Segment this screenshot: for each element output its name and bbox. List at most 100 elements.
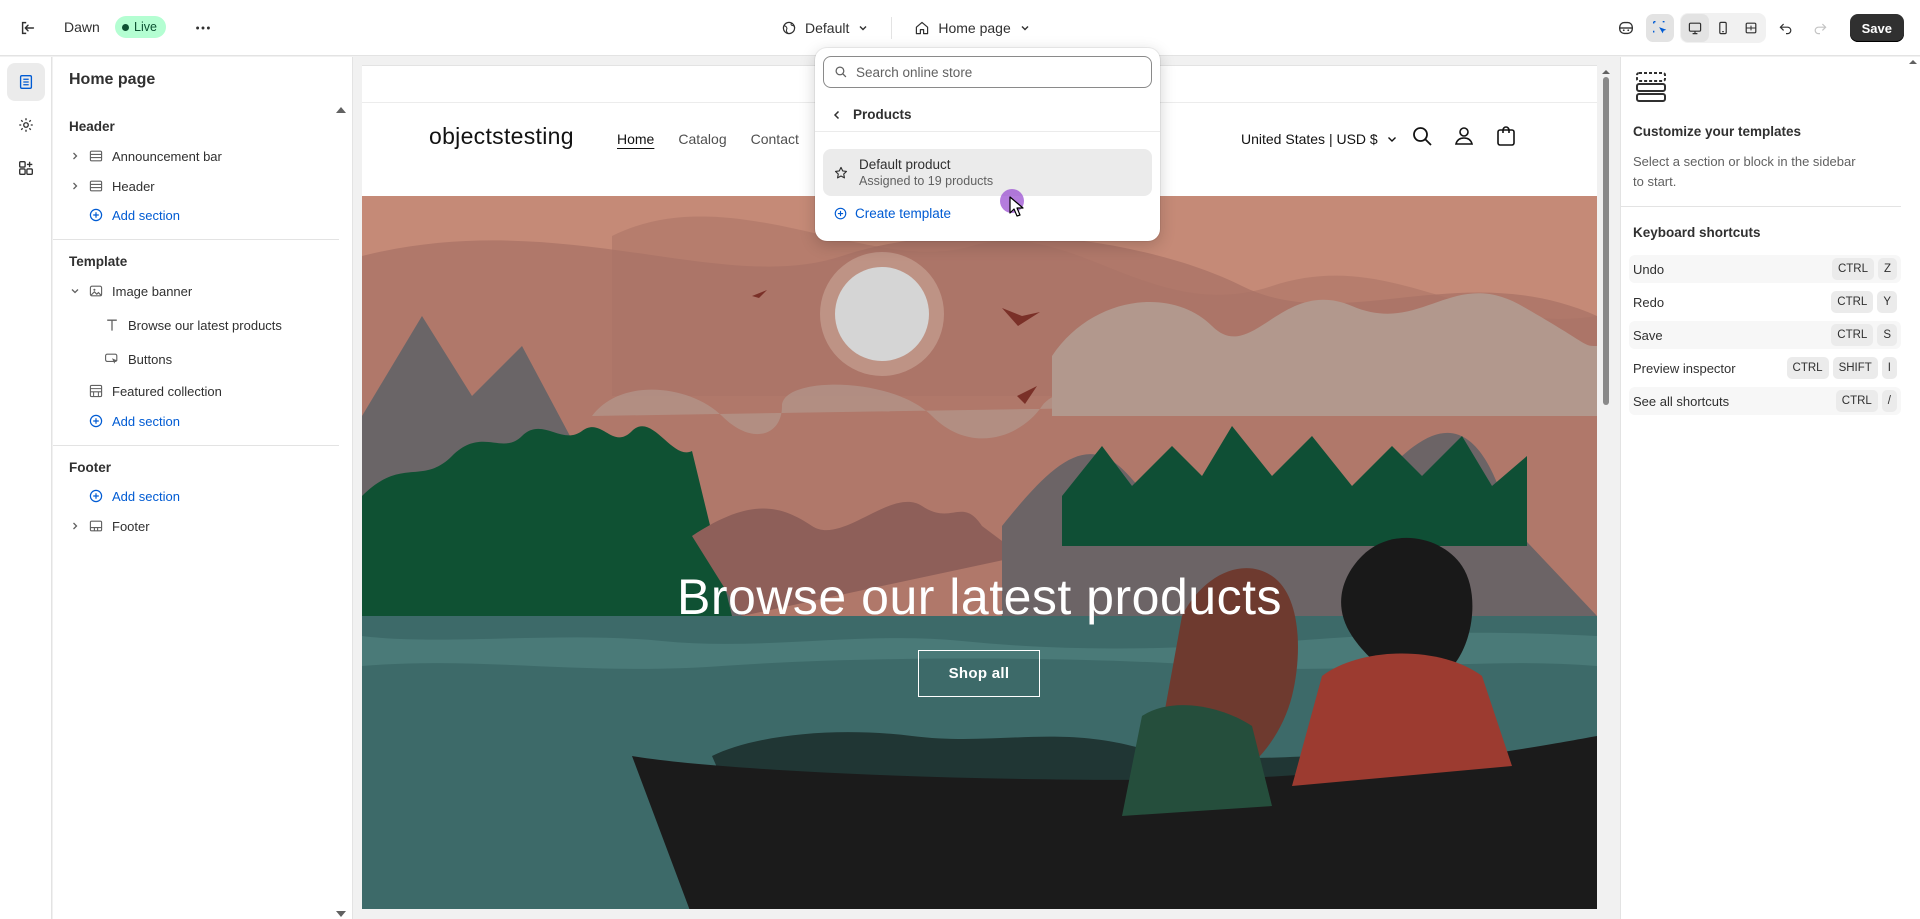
ai-assistant-icon[interactable] <box>1612 14 1640 42</box>
search-input[interactable] <box>856 64 1126 80</box>
inspector-select-icon[interactable] <box>1645 14 1674 42</box>
store-logo[interactable]: objectstesting <box>429 123 574 150</box>
button-cursor-icon <box>103 350 121 368</box>
block-browse-text[interactable]: Browse our latest products <box>53 311 333 339</box>
plus-circle-icon <box>87 412 105 430</box>
section-layout-icon <box>87 517 105 535</box>
store-header-icons <box>1410 124 1518 148</box>
footer-group-title: Footer <box>69 460 111 475</box>
cart-icon[interactable] <box>1494 124 1518 148</box>
preview-scrollbar[interactable] <box>1600 65 1612 909</box>
key-cap: CTRL <box>1831 291 1874 313</box>
shortcuts-title: Keyboard shortcuts <box>1633 225 1761 240</box>
block-label: Buttons <box>128 351 173 367</box>
divider <box>53 239 339 240</box>
panel-description: Select a section or block in the sidebar… <box>1633 154 1856 189</box>
option-title: Default product <box>859 157 951 172</box>
shortcut-label: Redo <box>1633 294 1665 310</box>
chevron-down-icon[interactable] <box>67 286 83 296</box>
globe-icon <box>781 20 797 36</box>
nav-contact-link[interactable]: Contact <box>751 131 799 147</box>
scroll-up-arrow[interactable] <box>336 107 346 113</box>
undo-icon[interactable] <box>1772 14 1800 42</box>
theme-context-label: Default <box>805 20 850 36</box>
page-context-label: Home page <box>938 20 1011 36</box>
apps-icon[interactable] <box>7 149 45 187</box>
shortcut-row[interactable]: See all shortcuts CTRL / <box>1629 387 1901 415</box>
locale-label: United States | USD $ <box>1241 131 1378 147</box>
sections-icon[interactable] <box>7 63 45 101</box>
account-icon[interactable] <box>1452 124 1476 148</box>
block-buttons[interactable]: Buttons <box>53 345 333 373</box>
chevron-down-icon <box>1386 133 1398 145</box>
theme-name: Dawn <box>64 19 100 35</box>
section-footer[interactable]: Footer <box>53 512 333 540</box>
key-cap: Y <box>1877 291 1897 313</box>
search-icon[interactable] <box>1410 124 1434 148</box>
right-panel: Customize your templates Select a sectio… <box>1620 57 1920 919</box>
chevron-down-icon <box>857 22 869 34</box>
preview-scroll-thumb[interactable] <box>1603 77 1609 405</box>
key-cap: CTRL <box>1831 324 1874 346</box>
template-group-title: Template <box>69 254 128 269</box>
hero-illustration <box>362 196 1597 909</box>
mouse-cursor-icon <box>1009 196 1024 217</box>
create-template-button[interactable]: Create template <box>833 206 951 221</box>
chevron-left-icon <box>831 109 843 121</box>
mobile-view-icon[interactable] <box>1709 14 1737 42</box>
key-cap: Z <box>1877 258 1897 280</box>
section-featured-collection[interactable]: Featured collection <box>53 377 333 405</box>
context-selectors: Default Home page <box>775 14 1037 42</box>
block-label: Browse our latest products <box>128 317 282 333</box>
key-cap: SHIFT <box>1832 357 1878 379</box>
add-section-label: Add section <box>112 488 180 504</box>
shortcut-row: Redo CTRL Y <box>1629 288 1901 316</box>
desktop-view-icon[interactable] <box>1680 14 1709 42</box>
chevron-right-icon[interactable] <box>67 151 83 161</box>
template-layout-icon <box>1635 71 1667 106</box>
section-image-banner[interactable]: Image banner <box>53 277 333 305</box>
add-section-label: Add section <box>112 413 180 429</box>
add-section-footer[interactable]: Add section <box>53 482 333 510</box>
save-button[interactable]: Save <box>1849 14 1904 42</box>
default-product-option[interactable]: Default product Assigned to 19 products <box>823 149 1152 196</box>
option-text: Default product Assigned to 19 products <box>859 157 993 188</box>
key-cap: I <box>1881 357 1897 379</box>
exit-icon[interactable] <box>17 17 39 39</box>
back-to-products[interactable]: Products <box>815 98 1160 132</box>
add-section-template[interactable]: Add section <box>53 407 333 435</box>
scroll-up-arrow[interactable] <box>1600 67 1612 77</box>
shop-all-button[interactable]: Shop all <box>918 650 1040 697</box>
settings-gear-icon[interactable] <box>7 106 45 144</box>
key-cap: S <box>1877 324 1897 346</box>
shortcut-row: Save CTRL S <box>1629 321 1901 349</box>
template-picker-popover: Products Default product Assigned to 19 … <box>815 48 1160 241</box>
plus-circle-icon <box>833 206 848 221</box>
viewport-switcher <box>1679 13 1766 43</box>
section-announcement-bar[interactable]: Announcement bar <box>53 142 333 170</box>
key-cap: / <box>1881 390 1897 412</box>
plus-circle-icon <box>87 206 105 224</box>
search-field[interactable] <box>823 56 1152 88</box>
section-header[interactable]: Header <box>53 172 333 200</box>
toolbar-right: Save <box>1612 13 1904 43</box>
back-label: Products <box>853 107 912 122</box>
option-subtitle: Assigned to 19 products <box>859 174 994 188</box>
more-actions-icon[interactable] <box>192 17 214 39</box>
fullscreen-view-icon[interactable] <box>1737 14 1765 42</box>
add-section-header[interactable]: Add section <box>53 201 333 229</box>
redo-icon[interactable] <box>1806 14 1834 42</box>
nav-catalog-link[interactable]: Catalog <box>678 131 726 147</box>
divider <box>53 445 339 446</box>
key-cap: CTRL <box>1786 357 1829 379</box>
chevron-right-icon[interactable] <box>67 181 83 191</box>
scroll-down-arrow[interactable] <box>336 911 346 917</box>
page-context-selector[interactable]: Home page <box>908 14 1036 42</box>
nav-home-link[interactable]: Home <box>617 131 654 147</box>
locale-selector[interactable]: United States | USD $ <box>1241 131 1398 147</box>
theme-context-selector[interactable]: Default <box>775 14 875 42</box>
hero-title: Browse our latest products <box>677 569 1282 625</box>
shortcut-row: Preview inspector CTRL SHIFT I <box>1629 354 1901 382</box>
scroll-up-arrow[interactable] <box>1908 57 1918 67</box>
chevron-right-icon[interactable] <box>67 521 83 531</box>
